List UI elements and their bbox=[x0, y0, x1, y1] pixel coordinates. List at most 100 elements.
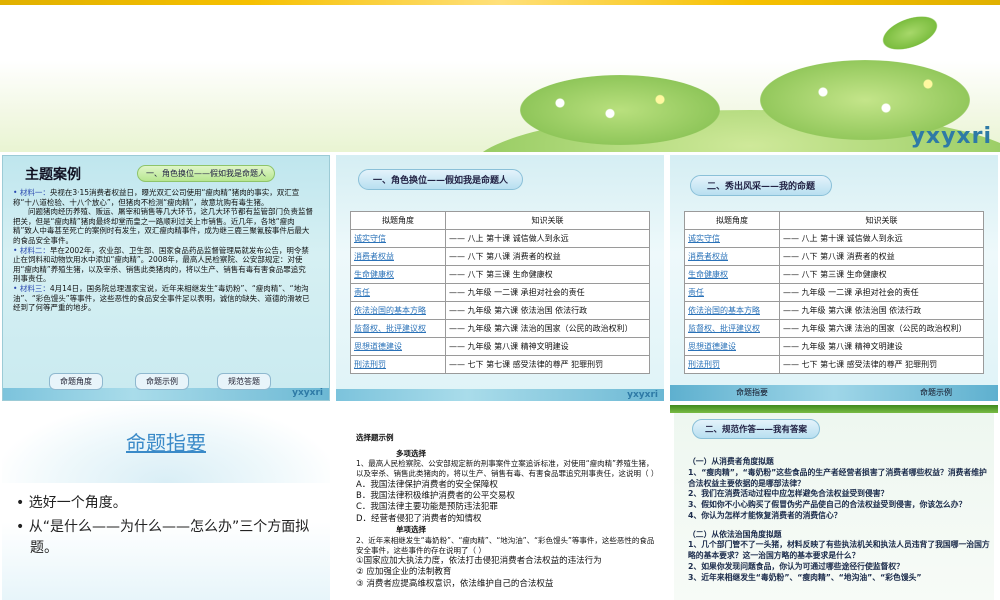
angle-link[interactable]: 消费者权益 bbox=[684, 247, 780, 266]
slide-title: 二、秀出风采——我的命题 bbox=[690, 175, 833, 196]
angle-link[interactable]: 责任 bbox=[350, 283, 446, 302]
angle-link[interactable]: 刑法刑罚 bbox=[684, 355, 780, 374]
nav-button-guide[interactable]: 命题指要 bbox=[736, 387, 768, 398]
slide-title: 二、规范作答——我有答案 bbox=[692, 419, 821, 439]
angle-link[interactable]: 诚实守信 bbox=[350, 229, 446, 248]
leaf-sprout bbox=[876, 8, 944, 58]
material-1: • 材料一：央视在3·15消费者权益日，曝光双汇公司使用“瘦肉精”猪肉的事实，双… bbox=[13, 188, 300, 207]
material-3: • 材料三：4月14日，国务院总理温家宝说，近年来相继发生“毒奶粉”、“瘦肉精”… bbox=[13, 283, 310, 313]
table-row: 监督权、批评建议权 —— 九年级 第六课 法治的国家（公民的政治权利） bbox=[350, 319, 650, 338]
table-header: 拟题角度 知识关联 bbox=[684, 211, 984, 230]
material-text: • 材料一：央视在3·15消费者权益日，曝光双汇公司使用“瘦肉精”猪肉的事实，双… bbox=[13, 188, 313, 313]
item-3: 3、假如你不小心购买了假冒伪劣产品使自己的合法权益受到侵害，你该怎么办？ bbox=[688, 500, 967, 509]
bullet-list: • 选好一个角度。 • 从“是什么——为什么——怎么办”三个方面拟题。 bbox=[16, 493, 316, 558]
slide-title: 主题案例 bbox=[25, 167, 81, 183]
option-c[interactable]: C．我国法律主要功能是预防违法犯罪 bbox=[356, 502, 656, 513]
table-row: 消费者权益 —— 八下 第八课 消费者的权益 bbox=[350, 247, 650, 266]
knowledge-cell: —— 九年级 第六课 法治的国家（公民的政治权利） bbox=[779, 319, 984, 338]
question-content: 选择题示例 多项选择 1、最高人民检察院、公安部规定新的刑事案件立案追诉标准，对… bbox=[356, 433, 659, 590]
nav-button-example[interactable]: 命题示例 bbox=[920, 387, 952, 398]
knowledge-cell: —— 七下 第七课 感受法律的尊严 犯罪刑罚 bbox=[779, 355, 984, 374]
angle-link[interactable]: 生命健康权 bbox=[684, 265, 780, 284]
option-a[interactable]: A．我国法律保护消费者的安全保障权 bbox=[356, 480, 656, 491]
table-row: 依法治国的基本方略 —— 九年级 第六课 依法治国 依法行政 bbox=[684, 301, 984, 320]
header-knowledge: 知识关联 bbox=[445, 211, 650, 230]
knowledge-table: 拟题角度 知识关联 诚实守信 —— 八上 第十课 诚信做人到永远 消费者权益 —— 八… bbox=[684, 211, 984, 374]
slide-my-question: 二、秀出风采——我的命题 拟题角度 知识关联 诚实守信 —— 八上 第十课 诚信做人… bbox=[670, 155, 998, 401]
answer-content: （一）从消费者角度拟题 1、“瘦肉精”，“毒奶粉”这些食品的生产者经营者损害了消… bbox=[688, 457, 994, 583]
angle-link[interactable]: 依法治国的基本方略 bbox=[350, 301, 446, 320]
knowledge-cell: —— 九年级 一二课 承担对社会的责任 bbox=[779, 283, 984, 302]
slide-title: 选择题示例 bbox=[356, 433, 394, 442]
angle-link[interactable]: 消费者权益 bbox=[350, 247, 446, 266]
knowledge-cell: —— 八上 第十课 诚信做人到永远 bbox=[445, 229, 650, 248]
item-2: 2、我们在消费活动过程中应怎样避免合法权益受到侵害？ bbox=[688, 489, 889, 499]
section-badge: 一、角色换位——假如我是命题人 bbox=[137, 165, 275, 182]
item-4: 4、你认为怎样才能恢复消费者的消费信心？ bbox=[688, 510, 842, 520]
table-row: 生命健康权 —— 八下 第三课 生命健康权 bbox=[684, 265, 984, 284]
knowledge-table: 拟题角度 知识关联 诚实守信 —— 八上 第十课 诚信做人到永远 消费者权益 —— 八… bbox=[350, 211, 650, 374]
angle-link[interactable]: 刑法刑罚 bbox=[350, 355, 446, 374]
section-single: 单项选择 bbox=[396, 525, 426, 535]
question-1: 1、最高人民检察院、公安部规定新的刑事案件立案追诉标准，对使用“瘦肉精”养殖生猪… bbox=[356, 459, 659, 479]
bullet-item: • 从“是什么——为什么——怎么办”三个方面拟题。 bbox=[16, 519, 310, 556]
slide-choice-example: 选择题示例 多项选择 1、最高人民检察院、公安部规定新的刑事案件立案追诉标准，对… bbox=[336, 405, 664, 600]
nav-button-example[interactable]: 命题示例 bbox=[135, 373, 189, 390]
angle-link[interactable]: 生命健康权 bbox=[350, 265, 446, 284]
item-6: 2、如果你发现问题食品，你认为可通过哪些途径行使监督权？ bbox=[688, 561, 904, 571]
gold-strip bbox=[0, 0, 1000, 5]
table-row: 刑法刑罚 —— 七下 第七课 感受法律的尊严 犯罪刑罚 bbox=[350, 355, 650, 374]
question-2: 2、近年来相继发生“毒奶粉”、“瘦肉精”、“地沟油”、“彩色馒头”等事件，这些恶… bbox=[356, 535, 655, 555]
angle-link[interactable]: 依法治国的基本方略 bbox=[684, 301, 780, 320]
slide-title: 一、角色换位——假如我是命题人 bbox=[358, 169, 524, 190]
header-angle: 拟题角度 bbox=[350, 211, 446, 230]
bullet-text: 选好一个角度。 bbox=[28, 495, 127, 511]
table-row: 消费者权益 —— 八下 第八课 消费者的权益 bbox=[684, 247, 984, 266]
statement-1: ①国家应加大执法力度，依法打击侵犯消费者合法权益的违法行为 bbox=[356, 555, 602, 566]
table-row: 诚实守信 —— 八上 第十课 诚信做人到永远 bbox=[684, 229, 984, 248]
knowledge-cell: —— 九年级 第六课 法治的国家（公民的政治权利） bbox=[445, 319, 650, 338]
statement-3: ③ 消费者应提高维权意识，依法维护自己的合法权益 bbox=[356, 578, 554, 589]
table-row: 责任 —— 九年级 一二课 承担对社会的责任 bbox=[684, 283, 984, 302]
bullet-item: • 选好一个角度。 bbox=[16, 495, 127, 511]
angle-link[interactable]: 监督权、批评建议权 bbox=[684, 319, 780, 338]
material-1-text: 央视在3·15消费者权益日，曝光双汇公司使用“瘦肉精”猪肉的事实，双汇宣称“十八… bbox=[13, 188, 300, 207]
knowledge-cell: —— 八上 第十课 诚信做人到永远 bbox=[779, 229, 984, 248]
knowledge-cell: —— 九年级 第八课 精神文明建设 bbox=[445, 337, 650, 356]
angle-link[interactable]: 思想道德建设 bbox=[684, 337, 780, 356]
slide-footer-wave bbox=[336, 389, 664, 401]
table-row: 生命健康权 —— 八下 第三课 生命健康权 bbox=[350, 265, 650, 284]
knowledge-cell: —— 八下 第八课 消费者的权益 bbox=[445, 247, 650, 266]
item-7: 3、近年来相继发生“毒奶粉”、“瘦肉精”、“地沟油”、“彩色馒头” bbox=[688, 572, 922, 582]
slide-logo: yxyxri bbox=[627, 390, 658, 400]
slide-answer: 二、规范作答——我有答案 （一）从消费者角度拟题 1、“瘦肉精”，“毒奶粉”这些… bbox=[670, 405, 998, 600]
angle-link[interactable]: 诚实守信 bbox=[684, 229, 780, 248]
slide-role-swap: 一、角色换位——假如我是命题人 拟题角度 知识关联 诚实守信 —— 八上 第十课 诚… bbox=[336, 155, 664, 401]
angle-link[interactable]: 思想道德建设 bbox=[350, 337, 446, 356]
slide-guidelines: 命题指要 • 选好一个角度。 • 从“是什么——为什么——怎么办”三个方面拟题。 bbox=[2, 405, 330, 600]
table-header: 拟题角度 知识关联 bbox=[350, 211, 650, 230]
option-d[interactable]: D．经营者侵犯了消费者的知情权 bbox=[356, 514, 656, 525]
knowledge-cell: —— 九年级 第八课 精神文明建设 bbox=[779, 337, 984, 356]
section-multi: 多项选择 bbox=[396, 449, 426, 459]
site-logo: yxyxri bbox=[910, 124, 992, 149]
flower-cluster bbox=[520, 75, 720, 145]
nav-button-answer[interactable]: 规范答题 bbox=[217, 373, 271, 390]
angle-link[interactable]: 监督权、批评建议权 bbox=[350, 319, 446, 338]
knowledge-cell: —— 八下 第八课 消费者的权益 bbox=[779, 247, 984, 266]
knowledge-cell: —— 七下 第七课 感受法律的尊严 犯罪刑罚 bbox=[445, 355, 650, 374]
nav-button-angle[interactable]: 命题角度 bbox=[49, 373, 103, 390]
green-frame-top bbox=[670, 405, 998, 413]
material-3-text: 4月14日，国务院总理温家宝说，近年来相继发生“毒奶粉”、“瘦肉精”、“地沟油”… bbox=[13, 283, 310, 313]
table-row: 思想道德建设 —— 九年级 第八课 精神文明建设 bbox=[684, 337, 984, 356]
angle-link[interactable]: 责任 bbox=[684, 283, 780, 302]
slide-logo: yxyxri bbox=[292, 388, 323, 398]
slide-topic-case: 主题案例 一、角色换位——假如我是命题人 • 材料一：央视在3·15消费者权益日… bbox=[2, 155, 330, 401]
heading-rule-of-law: （二）从依法治国角度拟题 bbox=[688, 529, 782, 539]
item-5: 1、几个部门管不了一头猪，材料反映了有些执法机关和执法人员违背了我国哪一治国方略… bbox=[688, 540, 990, 560]
table-row: 诚实守信 —— 八上 第十课 诚信做人到永远 bbox=[350, 229, 650, 248]
knowledge-cell: —— 九年级 一二课 承担对社会的责任 bbox=[445, 283, 650, 302]
heading-consumer: （一）从消费者角度拟题 bbox=[688, 457, 774, 466]
material-3-label: 材料三： bbox=[19, 283, 50, 293]
option-b[interactable]: B．我国法律积极维护消费者的公平交易权 bbox=[356, 491, 656, 502]
